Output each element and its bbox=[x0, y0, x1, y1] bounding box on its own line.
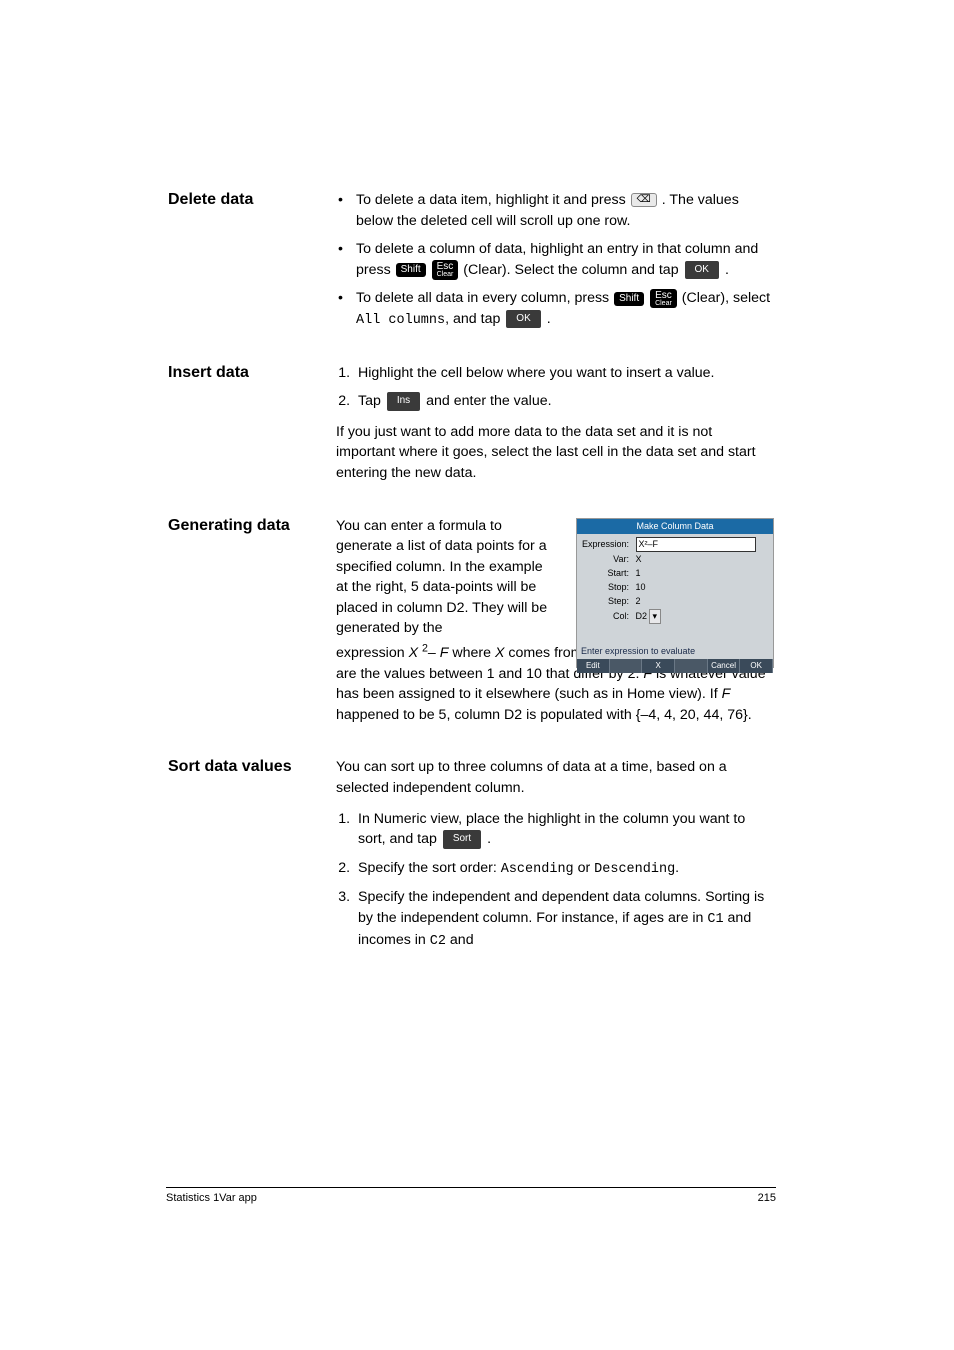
generating-intro: You can enter a formula to generate a li… bbox=[336, 516, 552, 640]
shift-key-icon: Shift bbox=[614, 292, 644, 306]
stop-value: 10 bbox=[636, 581, 646, 594]
text: In Numeric view, place the highlight in … bbox=[358, 811, 745, 848]
figure-sk-empty bbox=[610, 659, 643, 673]
text: To delete a data item, highlight it and … bbox=[356, 192, 630, 208]
var-x: X bbox=[495, 645, 504, 661]
footer-chapter: Statistics 1Var app bbox=[166, 1192, 257, 1204]
text: To delete all data in every column, pres… bbox=[356, 290, 613, 306]
delete-bullet-1: To delete a data item, highlight it and … bbox=[336, 190, 774, 231]
code-all-columns: All columns bbox=[356, 313, 445, 328]
expr-label: Expression: bbox=[581, 538, 633, 551]
heading-delete: Delete data bbox=[168, 190, 336, 341]
page-footer: Statistics 1Var app 215 bbox=[166, 1187, 776, 1204]
var-f: F bbox=[722, 686, 731, 702]
text: or bbox=[574, 860, 595, 876]
sort-intro: You can sort up to three columns of data… bbox=[336, 757, 774, 798]
var-label: Var: bbox=[581, 553, 633, 566]
figure-sk-empty bbox=[675, 659, 708, 673]
text: expression bbox=[336, 645, 409, 661]
stop-label: Stop: bbox=[581, 581, 633, 594]
code-c1: C1 bbox=[707, 912, 723, 927]
insert-step-1: Highlight the cell below where you want … bbox=[354, 363, 774, 384]
text: Tap bbox=[358, 393, 385, 409]
sort-step-1: In Numeric view, place the highlight in … bbox=[354, 809, 774, 850]
col-label: Col: bbox=[581, 610, 633, 623]
shift-key-icon: Shift bbox=[396, 263, 426, 277]
text: where bbox=[448, 645, 495, 661]
esc-key-icon: EscClear bbox=[432, 260, 459, 280]
del-key-icon: ⌫ bbox=[631, 193, 657, 207]
heading-insert: Insert data bbox=[168, 363, 336, 494]
var-x: X bbox=[409, 645, 418, 661]
text: Specify the independent and dependent da… bbox=[358, 889, 764, 926]
figure-softkeys: Edit X Cancel OK bbox=[577, 659, 773, 673]
text: . bbox=[547, 311, 551, 327]
ok-softkey: OK bbox=[685, 261, 719, 280]
figure-title: Make Column Data bbox=[577, 519, 773, 534]
insert-content: Highlight the cell below where you want … bbox=[336, 363, 774, 494]
text: Specify the sort order: bbox=[358, 860, 501, 876]
step-label: Step: bbox=[581, 595, 633, 608]
text: (Clear). Select the column and tap bbox=[463, 262, 682, 278]
figure-sk-x[interactable]: X bbox=[642, 659, 675, 673]
esc-key-icon: EscClear bbox=[650, 289, 677, 309]
delete-bullet-2: To delete a column of data, highlight an… bbox=[336, 239, 774, 280]
figure-sk-edit[interactable]: Edit bbox=[577, 659, 610, 673]
delete-content: To delete a data item, highlight it and … bbox=[336, 190, 774, 341]
start-label: Start: bbox=[581, 567, 633, 580]
figure-sk-ok[interactable]: OK bbox=[740, 659, 773, 673]
text: and enter the value. bbox=[426, 393, 551, 409]
text: happened to be 5, column D2 is populated… bbox=[336, 707, 752, 723]
make-column-data-figure: Make Column Data Expression: X²–F Var: X… bbox=[576, 518, 774, 668]
text: . bbox=[487, 831, 491, 847]
sort-step-2: Specify the sort order: Ascending or Des… bbox=[354, 858, 774, 880]
col-value: D2 bbox=[636, 610, 648, 623]
ins-softkey: Ins bbox=[387, 392, 420, 411]
text: (Clear), select bbox=[682, 290, 770, 306]
text: . bbox=[675, 860, 679, 876]
text: . bbox=[725, 262, 729, 278]
var-value: X bbox=[636, 553, 642, 566]
code-c2: C2 bbox=[430, 934, 446, 949]
sort-step-3: Specify the independent and dependent da… bbox=[354, 887, 774, 951]
text: – bbox=[428, 645, 440, 661]
generating-content: You can enter a formula to generate a li… bbox=[336, 516, 774, 736]
sort-softkey: Sort bbox=[443, 830, 481, 849]
heading-generating: Generating data bbox=[168, 516, 336, 736]
ok-softkey: OK bbox=[506, 310, 540, 329]
expr-input[interactable]: X²–F bbox=[636, 537, 756, 552]
insert-note: If you just want to add more data to the… bbox=[336, 422, 774, 484]
step-value: 2 bbox=[636, 595, 641, 608]
text: and bbox=[446, 932, 474, 948]
figure-sk-cancel[interactable]: Cancel bbox=[708, 659, 741, 673]
text: , and tap bbox=[445, 311, 504, 327]
start-value: 1 bbox=[636, 567, 641, 580]
footer-page-number: 215 bbox=[758, 1192, 776, 1204]
code-descending: Descending bbox=[594, 862, 675, 877]
figure-hint: Enter expression to evaluate bbox=[577, 643, 773, 659]
code-ascending: Ascending bbox=[501, 862, 574, 877]
delete-bullet-3: To delete all data in every column, pres… bbox=[336, 288, 774, 330]
sort-content: You can sort up to three columns of data… bbox=[336, 757, 774, 961]
col-dropdown-icon[interactable]: ▾ bbox=[649, 609, 662, 624]
heading-sort: Sort data values bbox=[168, 757, 336, 961]
insert-step-2: Tap Ins and enter the value. bbox=[354, 391, 774, 412]
